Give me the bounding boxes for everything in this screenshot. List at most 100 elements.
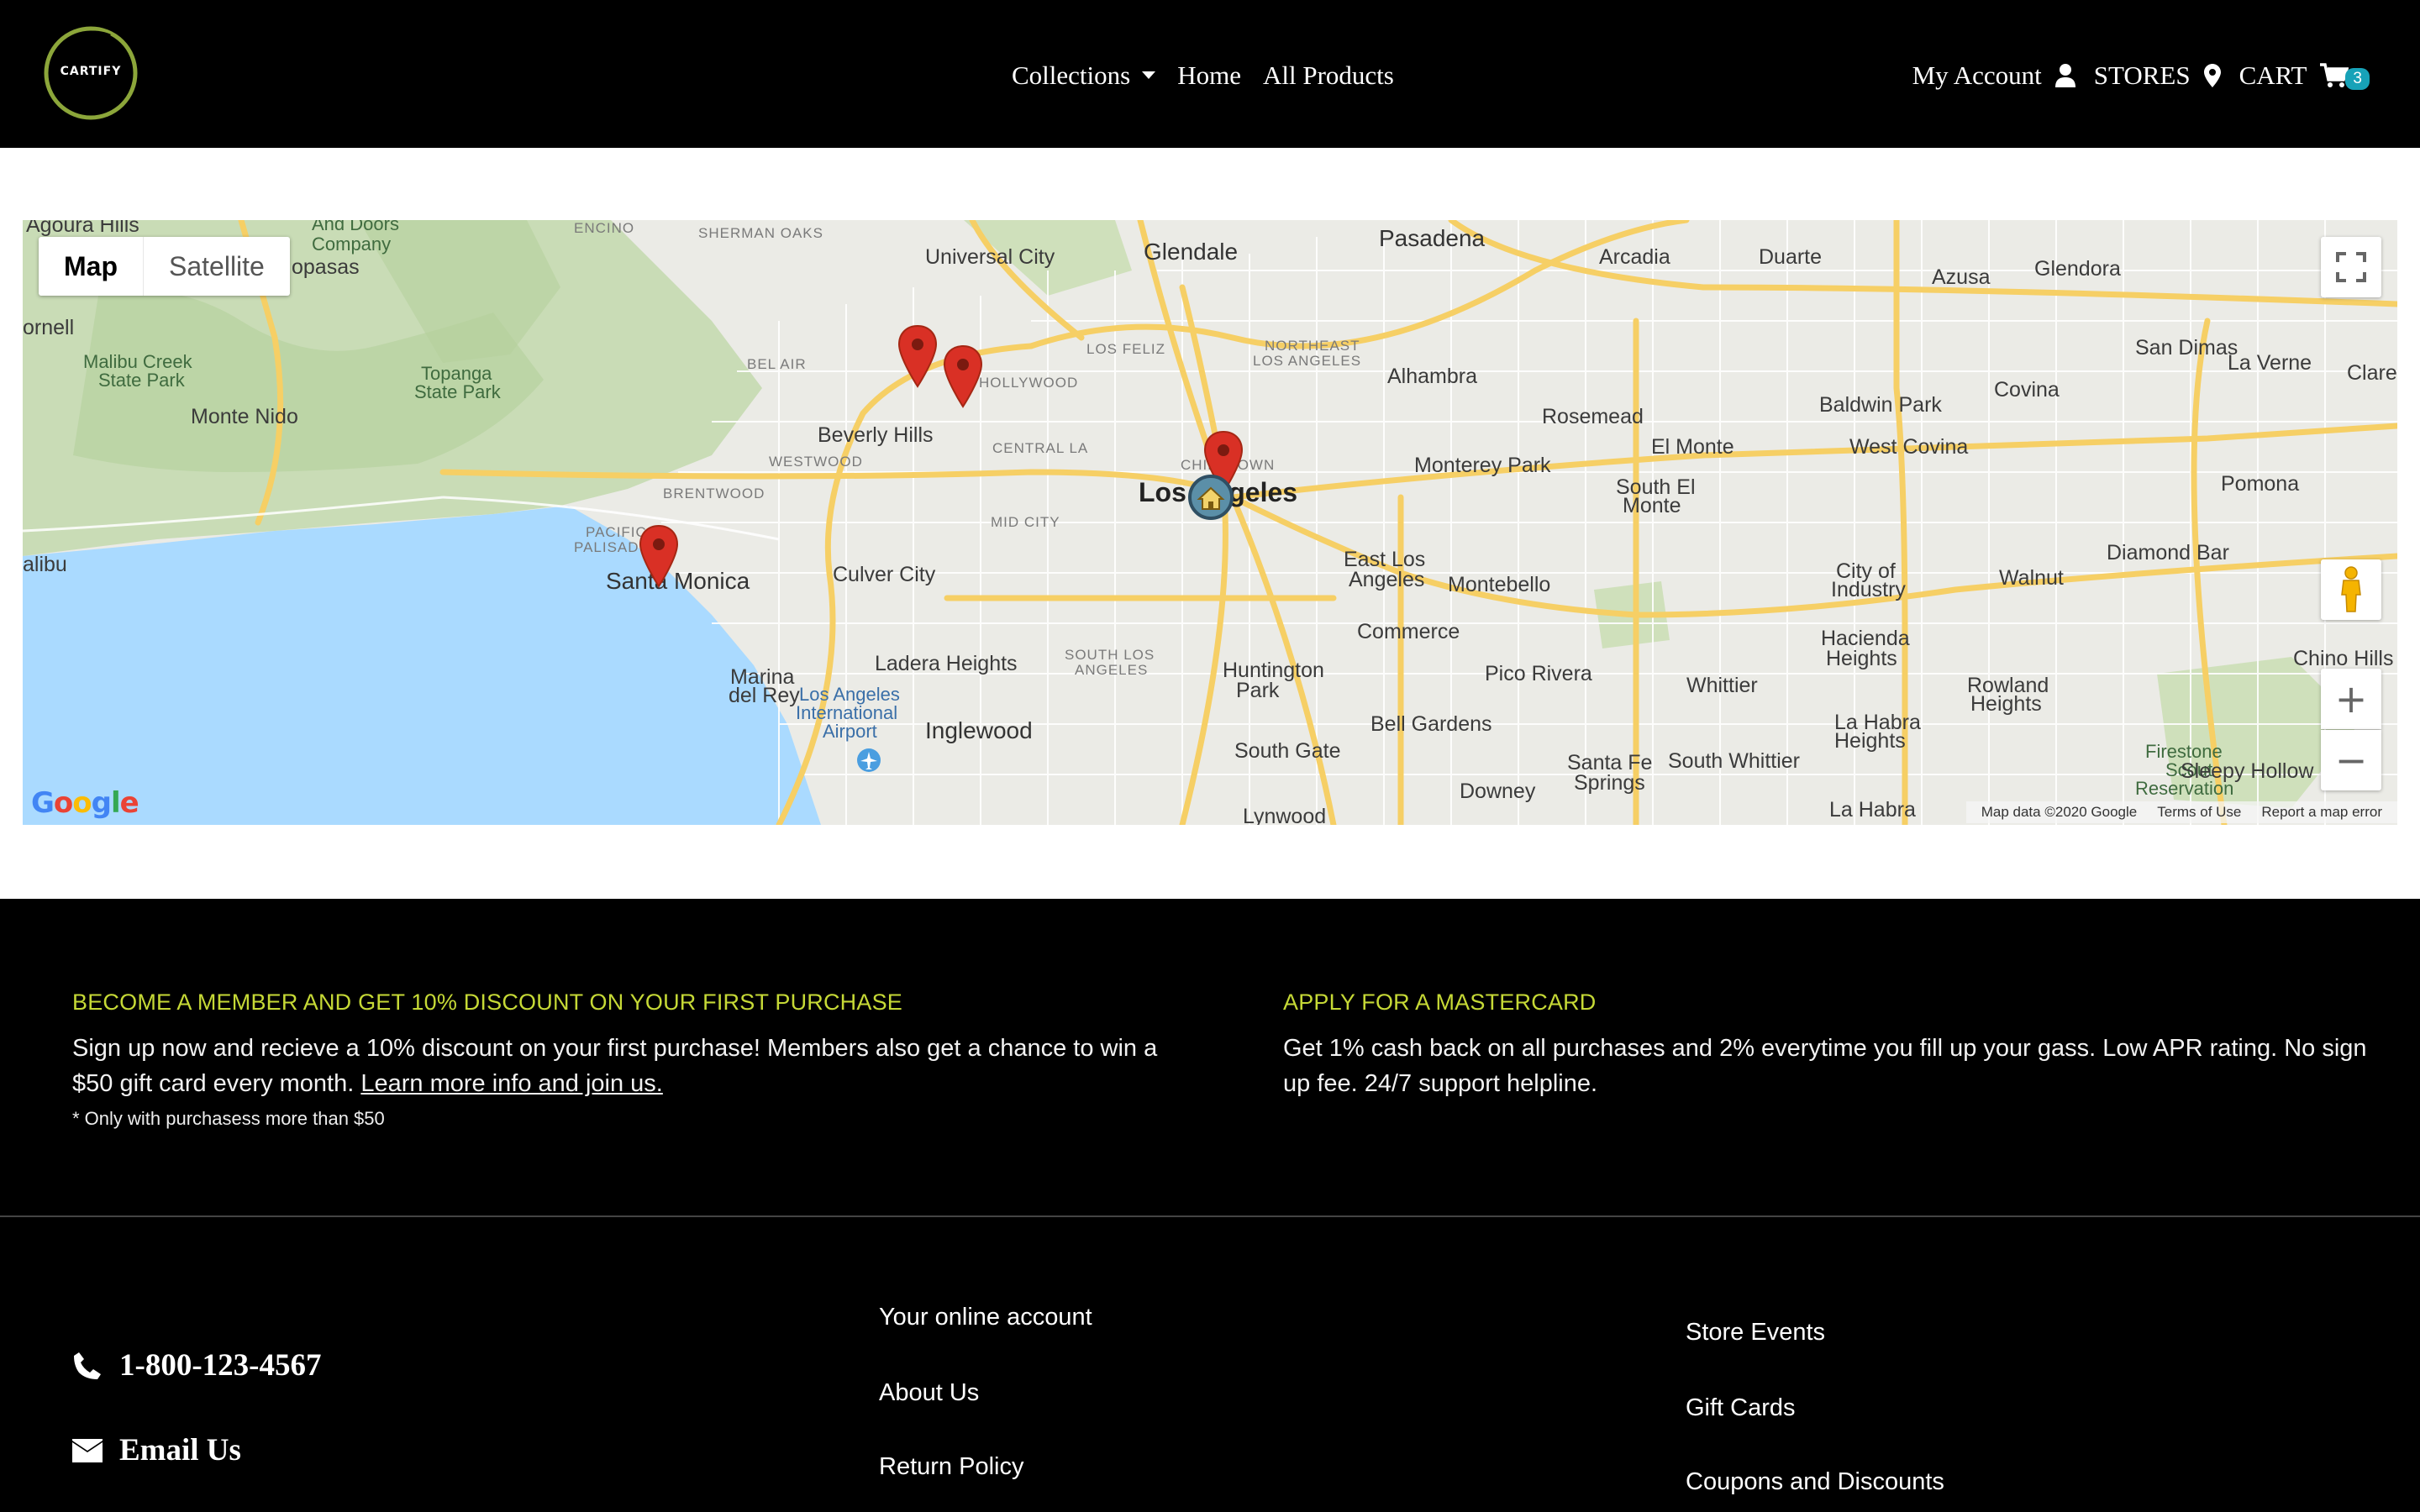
email-us-label: Email Us bbox=[119, 1433, 241, 1467]
zoom-out-button[interactable]: − bbox=[2321, 730, 2381, 790]
place-label: Glendale bbox=[1144, 239, 1239, 265]
place-label: NORTHEAST bbox=[1265, 338, 1360, 354]
map-attribution: Map data ©2020 Google Terms of Use Repor… bbox=[1965, 801, 2397, 823]
street-view-pegman-button[interactable] bbox=[2321, 559, 2381, 620]
place-label: Arcadia bbox=[1599, 245, 1670, 269]
mastercard-promo: APPLY FOR A MASTERCARD Get 1% cash back … bbox=[1283, 990, 2367, 1101]
footer-link-about-us[interactable]: About Us bbox=[879, 1379, 979, 1407]
mastercard-body: Get 1% cash back on all purchases and 2%… bbox=[1283, 1035, 2367, 1097]
place-label: PALISAD bbox=[574, 539, 639, 555]
top-navbar: CARTIFY Collections Home All Products My… bbox=[0, 0, 2420, 148]
nav-all-products-link[interactable]: All Products bbox=[1263, 60, 1394, 91]
place-label: Walnut bbox=[1999, 566, 2064, 590]
place-label: Industry bbox=[1831, 578, 1906, 601]
place-label: Azusa bbox=[1932, 265, 1991, 289]
store-marker-icon[interactable] bbox=[638, 524, 680, 588]
place-label: Alhambra bbox=[1387, 365, 1477, 388]
map-type-control: Map Satellite bbox=[39, 237, 290, 296]
airport-icon bbox=[857, 748, 881, 772]
logo-text: CARTIFY bbox=[60, 65, 122, 78]
place-label: Heights bbox=[1970, 692, 2042, 716]
place-label: BRENTWOOD bbox=[663, 486, 765, 501]
stores-label: STORES bbox=[2093, 60, 2191, 90]
place-label: Pasadena bbox=[1379, 225, 1486, 251]
footer-link-gift-cards[interactable]: Gift Cards bbox=[1686, 1394, 1796, 1422]
place-label: Covina bbox=[1994, 378, 2060, 402]
place-label: Baldwin Park bbox=[1819, 393, 1942, 417]
report-map-error-link[interactable]: Report a map error bbox=[2261, 801, 2382, 823]
place-label: Rosemead bbox=[1542, 405, 1644, 428]
cart-count-badge: 3 bbox=[2345, 68, 2370, 90]
membership-footnote: * Only with purchasess more than $50 bbox=[72, 1108, 385, 1129]
map-base bbox=[23, 220, 2397, 825]
place-label: Montebello bbox=[1448, 573, 1551, 596]
stores-link[interactable]: STORES bbox=[2094, 60, 2239, 91]
home-location-icon[interactable] bbox=[1187, 474, 1234, 521]
place-label: Airport bbox=[823, 721, 877, 742]
place-label: alibu bbox=[23, 553, 67, 576]
membership-title: BECOME A MEMBER AND GET 10% DISCOUNT ON … bbox=[72, 990, 903, 1015]
map-data-attribution: Map data ©2020 Google bbox=[1981, 804, 2138, 820]
fullscreen-button[interactable] bbox=[2321, 237, 2381, 297]
satellite-view-button[interactable]: Satellite bbox=[144, 237, 290, 296]
mastercard-title: APPLY FOR A MASTERCARD bbox=[1283, 990, 1597, 1015]
cart-link[interactable]: CART 3 bbox=[2239, 60, 2370, 91]
zoom-in-button[interactable]: + bbox=[2321, 669, 2381, 729]
map-view-button[interactable]: Map bbox=[39, 237, 144, 296]
place-label: ornell bbox=[23, 316, 75, 339]
email-contact[interactable]: Email Us bbox=[72, 1432, 241, 1468]
terms-of-use-link[interactable]: Terms of Use bbox=[2157, 801, 2241, 823]
place-label: Monterey Park bbox=[1414, 454, 1551, 477]
footer-link-store-events[interactable]: Store Events bbox=[1686, 1319, 1825, 1347]
place-label: Lynwood bbox=[1243, 805, 1327, 825]
place-label: Diamond Bar bbox=[2107, 541, 2229, 564]
envelope-icon bbox=[72, 1438, 103, 1462]
nav-collections-label: Collections bbox=[1012, 60, 1131, 90]
account-nav: My Account STORES CART 3 bbox=[1912, 57, 2370, 94]
place-label: La Habra bbox=[1829, 798, 1916, 822]
place-label: Monte Nido bbox=[191, 405, 298, 428]
place-label: SHERMAN OAKS bbox=[698, 225, 823, 241]
place-label: Duarte bbox=[1759, 245, 1823, 269]
minus-icon: − bbox=[2334, 738, 2368, 783]
place-label: Downey bbox=[1460, 780, 1536, 803]
footer-link-return-policy[interactable]: Return Policy bbox=[879, 1453, 1023, 1481]
place-label: Inglewood bbox=[925, 717, 1033, 743]
learn-more-link[interactable]: Learn more info and join us. bbox=[360, 1070, 663, 1097]
nav-collections-dropdown[interactable]: Collections bbox=[1012, 60, 1156, 91]
place-label: HOLLYWOOD bbox=[979, 375, 1079, 391]
place-label: Monte bbox=[1623, 494, 1681, 517]
footer-link-online-account[interactable]: Your online account bbox=[879, 1304, 1092, 1331]
place-label: LOS FELIZ bbox=[1086, 341, 1166, 357]
my-account-link[interactable]: My Account bbox=[1912, 60, 2094, 91]
store-marker-icon[interactable] bbox=[897, 324, 939, 388]
pegman-icon bbox=[2341, 566, 2361, 612]
promo-section: BECOME A MEMBER AND GET 10% DISCOUNT ON … bbox=[0, 899, 2420, 1215]
place-label: Ladera Heights bbox=[875, 652, 1018, 675]
store-marker-icon[interactable] bbox=[942, 344, 984, 408]
google-logo[interactable]: Google bbox=[31, 786, 139, 820]
place-label: del Rey bbox=[729, 684, 800, 707]
place-label: Pico Rivera bbox=[1485, 662, 1592, 685]
membership-promo: BECOME A MEMBER AND GET 10% DISCOUNT ON … bbox=[72, 990, 1173, 1130]
place-label: LOS ANGELES bbox=[1253, 353, 1362, 369]
cartify-logo[interactable]: CARTIFY bbox=[42, 24, 139, 122]
main-nav: Collections Home All Products bbox=[1012, 57, 1416, 94]
place-label: Sleepy Hollow bbox=[2181, 759, 2314, 783]
place-label: Park bbox=[1236, 679, 1280, 702]
footer-link-coupons[interactable]: Coupons and Discounts bbox=[1686, 1468, 1944, 1496]
place-label: South Whittier bbox=[1668, 749, 1801, 773]
place-label: Glendora bbox=[2034, 257, 2121, 281]
place-label: Heights bbox=[1834, 729, 1906, 753]
place-label: La Verne bbox=[2228, 351, 2312, 375]
user-icon bbox=[2054, 64, 2075, 87]
store-locator-map[interactable]: Agoura Hills And Doors Company ENCINO SH… bbox=[23, 220, 2397, 825]
place-label: San Dimas bbox=[2135, 336, 2238, 360]
place-label: Universal City bbox=[925, 245, 1055, 269]
place-label: ANGELES bbox=[1075, 662, 1149, 678]
map-pin-icon bbox=[2203, 64, 2221, 87]
place-label: BEL AIR bbox=[747, 356, 807, 372]
nav-home-link[interactable]: Home bbox=[1177, 60, 1241, 91]
phone-contact[interactable]: 1-800-123-4567 bbox=[72, 1347, 321, 1383]
cart-icon bbox=[2320, 63, 2349, 88]
